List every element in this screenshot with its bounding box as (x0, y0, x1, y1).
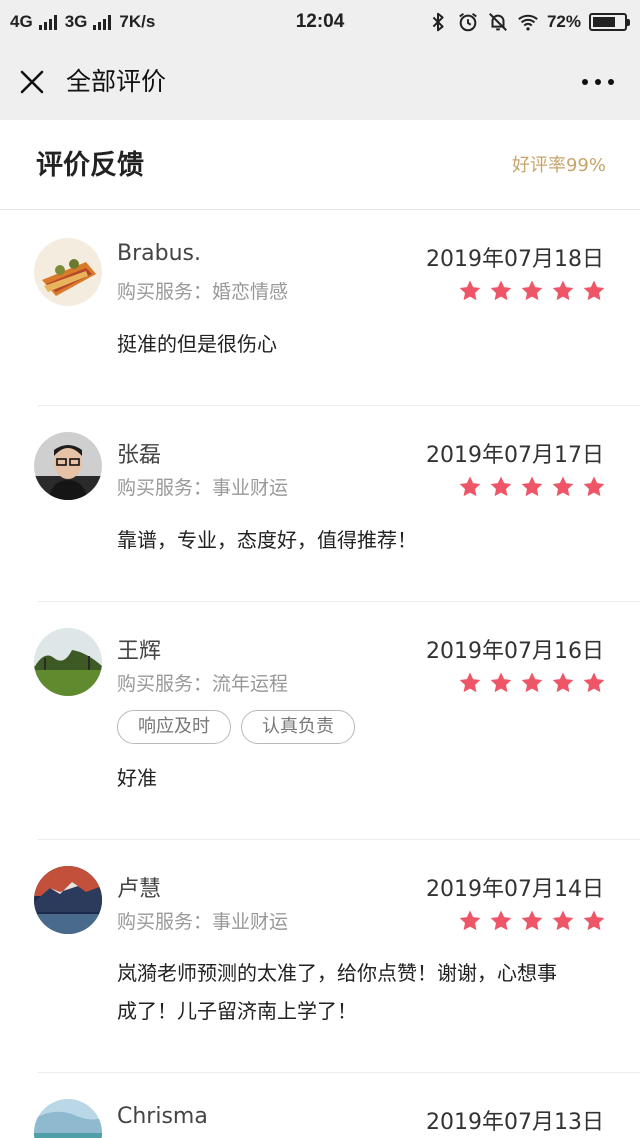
avatar (34, 238, 102, 306)
review-text: 挺准的但是很伤心 (117, 332, 277, 356)
star-icon (459, 476, 481, 497)
avatar (34, 1099, 102, 1138)
star-icon (583, 280, 605, 301)
review-date: 2019年07月14日 (426, 877, 604, 902)
star-icon (583, 672, 605, 693)
star-icon (583, 476, 605, 497)
reviewer-name: Brabus. (117, 241, 201, 266)
review-tags: 响应及时 认真负责 (117, 710, 355, 744)
review-service: 购买服务：事业财运 (117, 477, 289, 499)
star-icon (552, 280, 574, 301)
star-icon (490, 476, 512, 497)
nav-bar: 全部评价 (0, 44, 640, 120)
review-date: 2019年07月13日 (426, 1110, 604, 1135)
review-item: 张磊 2019年07月17日 购买服务：事业财运 靠谱，专业，态度好，值得推荐！ (0, 406, 640, 602)
star-icon (490, 280, 512, 301)
review-service: 购买服务：婚恋情感 (117, 281, 289, 303)
review-item: 卢慧 2019年07月14日 购买服务：事业财运 岚漪老师预测的太准了，给你点赞… (0, 840, 640, 1073)
star-icon (521, 910, 543, 931)
mute-bell-icon (489, 13, 507, 31)
section-title: 评价反馈 (36, 150, 144, 181)
star-icon (490, 910, 512, 931)
avatar (34, 866, 102, 934)
avatar (34, 432, 102, 500)
star-rating (458, 475, 606, 499)
star-icon (552, 910, 574, 931)
star-icon (459, 910, 481, 931)
review-text-line: 岚漪老师预测的太准了，给你点赞！谢谢，心想事 (117, 961, 557, 985)
review-text-line: 成了！儿子留济南上学了！ (117, 999, 357, 1023)
star-rating (458, 279, 606, 303)
star-icon (459, 280, 481, 301)
review-service: 购买服务：事业财运 (117, 911, 289, 933)
star-icon (521, 476, 543, 497)
review-text: 好准 (117, 766, 157, 790)
reviewer-name: 王辉 (117, 639, 162, 664)
reviewer-name: Chrisma (117, 1104, 208, 1129)
star-rating (458, 909, 606, 933)
star-rating (458, 671, 606, 695)
review-date: 2019年07月16日 (426, 639, 604, 664)
positive-rate: 好评率99% (511, 155, 606, 176)
star-icon (490, 672, 512, 693)
status-bar: 4G 3G 7K/s 12:04 72% (0, 0, 640, 44)
reviewer-name: 张磊 (117, 443, 162, 468)
review-service: 购买服务：流年运程 (117, 673, 289, 695)
battery-icon (589, 13, 630, 31)
star-icon (521, 672, 543, 693)
avatar (34, 628, 102, 696)
alarm-icon (459, 12, 477, 32)
star-icon (459, 672, 481, 693)
review-item: 王辉 2019年07月16日 购买服务：流年运程 响应及时 认真负责 好准 (0, 602, 640, 840)
star-icon (552, 476, 574, 497)
page-title: 全部评价 (66, 67, 167, 96)
reviewer-name: 卢慧 (117, 877, 162, 902)
review-item: Brabus. 2019年07月18日 购买服务：婚恋情感 挺准的但是很伤心 (0, 210, 640, 406)
close-icon[interactable] (18, 68, 46, 96)
star-icon (583, 910, 605, 931)
battery-percent: 72% (546, 12, 581, 31)
more-options-icon[interactable] (582, 74, 614, 90)
review-item: Chrisma 2019年07月13日 (0, 1073, 640, 1138)
wifi-icon (518, 14, 538, 31)
star-icon (552, 672, 574, 693)
star-icon (521, 280, 543, 301)
review-tag: 认真负责 (241, 710, 355, 744)
review-date: 2019年07月17日 (426, 443, 604, 468)
review-text: 靠谱，专业，态度好，值得推荐！ (117, 528, 417, 552)
review-tag: 响应及时 (117, 710, 231, 744)
review-text: 岚漪老师预测的太准了，给你点赞！谢谢，心想事 成了！儿子留济南上学了！ (117, 954, 612, 1030)
bluetooth-icon (432, 12, 444, 32)
review-section-header: 评价反馈 好评率99% (0, 120, 640, 210)
status-right: 72% (427, 0, 630, 44)
review-date: 2019年07月18日 (426, 247, 604, 272)
